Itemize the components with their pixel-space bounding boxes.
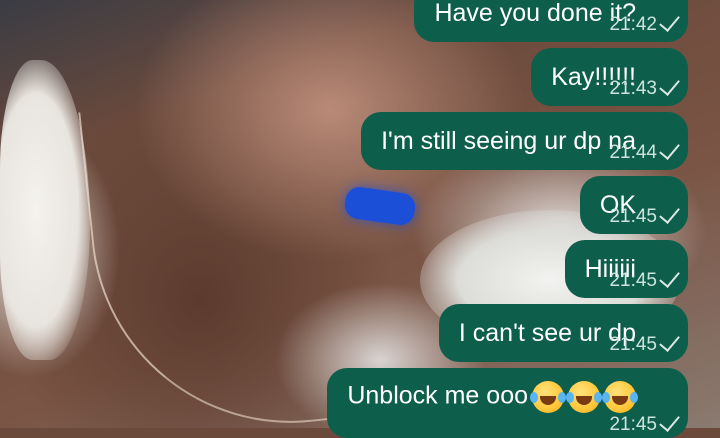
message-time: 21:45 — [609, 414, 657, 435]
message-text: I'm still seeing ur dp na — [381, 126, 636, 155]
message-text: Unblock me ooo — [347, 381, 636, 413]
message-meta: 21:43 — [609, 73, 680, 100]
message-bubble-outgoing[interactable]: Hiiiiii 21:45 — [564, 240, 688, 298]
message-time: 21:45 — [609, 206, 657, 227]
sent-check-icon — [659, 137, 680, 160]
message-bubble-outgoing[interactable]: Have you done it? 21:42 — [414, 0, 688, 42]
message-time: 21:45 — [609, 270, 657, 291]
message-bubble-outgoing[interactable]: OK 21:45 — [579, 176, 688, 234]
message-bubble-outgoing[interactable]: Kay!!!!!! 21:43 — [531, 48, 688, 106]
message-meta: 21:45 — [609, 265, 680, 292]
message-bubble-outgoing[interactable]: I can't see ur dp 21:45 — [438, 304, 688, 362]
message-meta: 21:45 — [609, 201, 680, 228]
message-meta: 21:42 — [609, 9, 680, 36]
message-time: 21:42 — [609, 14, 657, 35]
sent-check-icon — [659, 265, 680, 288]
message-meta: 21:44 — [609, 137, 680, 164]
face-with-tears-of-joy-icon — [566, 381, 600, 413]
sent-check-icon — [659, 329, 680, 352]
message-meta: 21:45 — [609, 329, 680, 356]
face-with-tears-of-joy-icon — [602, 381, 636, 413]
sent-check-icon — [659, 9, 680, 32]
message-time: 21:45 — [609, 334, 657, 355]
message-bubble-outgoing[interactable]: I'm still seeing ur dp na 21:44 — [361, 112, 688, 170]
sent-check-icon — [659, 409, 680, 432]
sent-check-icon — [659, 201, 680, 224]
message-meta: 21:45 — [609, 409, 680, 436]
chat-message-list[interactable]: Have you done it? 21:42 Kay!!!!!! 21:43 … — [0, 0, 720, 438]
message-text: Have you done it? — [434, 0, 636, 27]
message-text-content: Unblock me ooo — [347, 381, 528, 410]
face-with-tears-of-joy-icon — [530, 381, 564, 413]
message-time: 21:44 — [609, 142, 657, 163]
sent-check-icon — [659, 73, 680, 96]
message-time: 21:43 — [609, 78, 657, 99]
